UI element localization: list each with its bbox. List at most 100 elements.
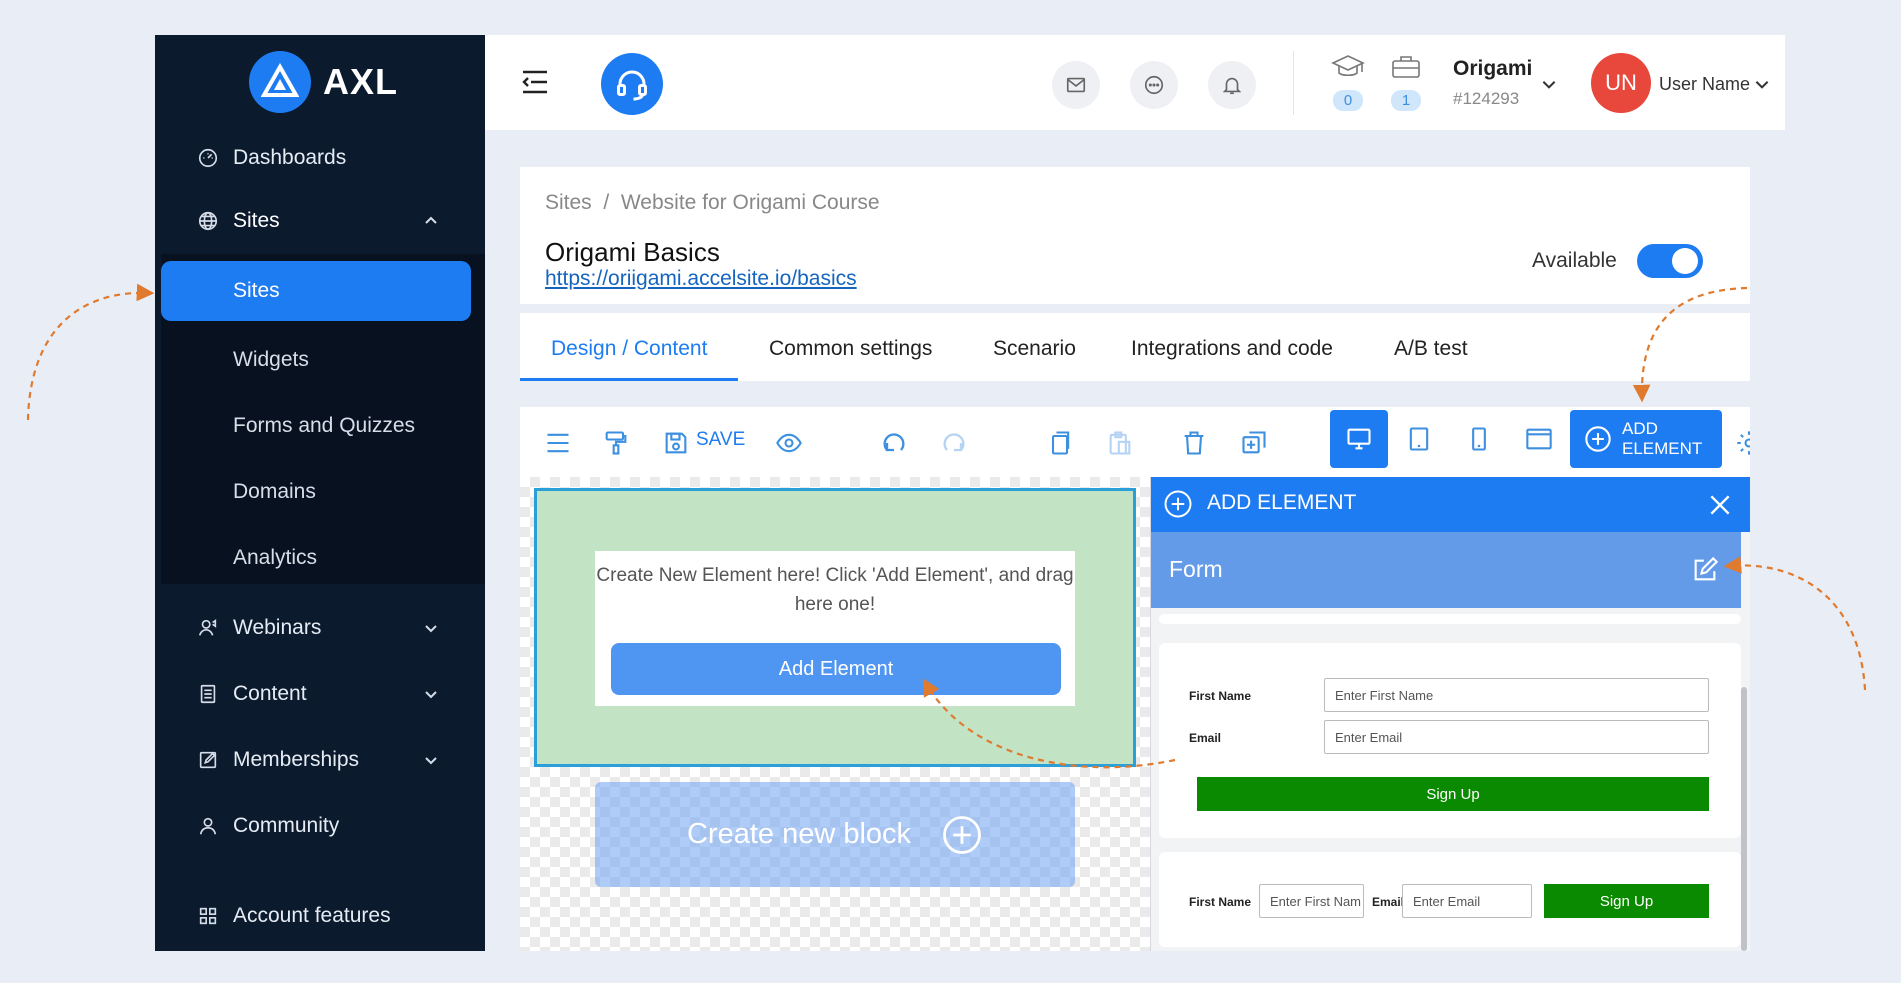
placeholder-text: Create New Element here! Click 'Add Elem… — [596, 565, 1074, 615]
add-element-button[interactable]: ADD ELEMENT — [1570, 410, 1722, 468]
breadcrumb[interactable]: Sites / Website for Origami Course — [545, 191, 880, 215]
email-input[interactable]: Enter Email — [1324, 720, 1709, 754]
chat-button[interactable] — [1130, 61, 1178, 109]
sidebar-item-label: Account features — [233, 904, 391, 927]
submenu-item-widgets[interactable]: Widgets — [233, 348, 309, 372]
paste-icon[interactable] — [1106, 429, 1134, 457]
sign-up-button[interactable]: Sign Up — [1544, 884, 1709, 918]
mobile-icon — [1472, 427, 1486, 451]
selected-block[interactable]: Create New Element here! Click 'Add Elem… — [534, 488, 1136, 767]
sidebar-item-content[interactable]: Content — [155, 664, 485, 724]
sidebar-item-community[interactable]: Community — [155, 796, 485, 856]
logo[interactable]: AXL — [249, 51, 398, 113]
email-input[interactable]: Enter Email — [1402, 884, 1532, 918]
projects-counter[interactable]: 1 — [1386, 53, 1426, 111]
editor-canvas: Create New Element here! Click 'Add Elem… — [520, 477, 1150, 951]
tab-common-settings[interactable]: Common settings — [769, 337, 932, 361]
chevron-down-icon[interactable] — [1753, 75, 1771, 93]
globe-icon — [198, 211, 218, 231]
sidebar-item-label: Dashboards — [233, 146, 347, 169]
sidebar-item-account-features[interactable]: Account features — [155, 886, 485, 946]
desktop-icon — [1347, 428, 1371, 450]
menu-icon[interactable] — [544, 429, 572, 457]
editor-toolbar: SAVE ADD ELEMENT — [520, 407, 1750, 477]
tablet-icon — [1409, 427, 1429, 451]
form-template-vertical[interactable]: First Name Enter First Name Email Enter … — [1159, 643, 1741, 838]
new-block-label: Create new block — [686, 818, 912, 850]
collapse-menu-icon[interactable] — [521, 69, 549, 95]
save-icon[interactable] — [662, 429, 690, 457]
sidebar-item-dashboards[interactable]: Dashboards — [155, 128, 485, 188]
redo-icon[interactable] — [940, 429, 968, 457]
form-template-inline[interactable]: First Name Enter First Nam Email Enter E… — [1159, 852, 1741, 947]
gear-icon[interactable] — [1735, 429, 1750, 457]
paint-roller-icon[interactable] — [602, 429, 630, 457]
courses-counter[interactable]: 0 — [1328, 53, 1368, 111]
sidebar-item-label: Community — [233, 814, 340, 837]
add-element-line1: ADD — [1622, 419, 1658, 438]
active-tab-indicator — [520, 378, 738, 381]
form-section-header[interactable]: Form — [1151, 532, 1741, 608]
sidebar-item-webinars[interactable]: Webinars — [155, 598, 485, 658]
sidebar-item-sites[interactable]: Sites — [155, 191, 485, 251]
first-name-label: First Name — [1189, 689, 1252, 703]
duplicate-icon[interactable] — [1240, 429, 1268, 457]
plus-circle-icon — [943, 815, 981, 854]
mobile-view-button[interactable] — [1450, 410, 1508, 468]
available-label: Available — [1532, 249, 1617, 272]
panel-scrollbar[interactable] — [1741, 687, 1747, 951]
tab-scenario[interactable]: Scenario — [993, 337, 1076, 361]
add-element-line2: ELEMENT — [1622, 439, 1703, 458]
element-placeholder: Create New Element here! Click 'Add Elem… — [595, 551, 1075, 706]
mail-button[interactable] — [1052, 61, 1100, 109]
page-title: Origami Basics — [545, 237, 720, 267]
eye-icon[interactable] — [775, 429, 803, 457]
first-name-input[interactable]: Enter First Nam — [1259, 884, 1364, 918]
plus-circle-icon — [1585, 426, 1611, 452]
project-id: #124293 — [1453, 89, 1520, 108]
copy-icon[interactable] — [1046, 429, 1074, 457]
desktop-view-button[interactable] — [1330, 410, 1388, 468]
save-button[interactable]: SAVE — [696, 429, 745, 451]
trash-icon[interactable] — [1180, 429, 1208, 457]
tab-bar: Design / Content Common settings Scenari… — [520, 313, 1750, 381]
available-toggle[interactable] — [1637, 244, 1703, 278]
sidebar-item-label: Content — [233, 682, 307, 705]
first-name-input[interactable]: Enter First Name — [1324, 678, 1709, 712]
undo-icon[interactable] — [880, 429, 908, 457]
person-icon — [199, 817, 217, 835]
close-icon[interactable] — [1707, 492, 1733, 518]
grid-icon — [199, 907, 217, 925]
browser-view-button[interactable] — [1510, 410, 1568, 468]
chevron-down-icon — [425, 691, 437, 699]
avatar[interactable]: UN — [1591, 53, 1651, 113]
submenu-item-domains[interactable]: Domains — [233, 480, 316, 504]
create-new-block-button[interactable]: Create new block — [595, 782, 1075, 887]
sidebar-item-label: Webinars — [233, 616, 322, 639]
sign-up-button[interactable]: Sign Up — [1197, 777, 1709, 811]
tab-ab-test[interactable]: A/B test — [1394, 337, 1468, 361]
page-url-link[interactable]: https://oriigami.accelsite.io/basics — [545, 267, 857, 291]
headset-icon — [617, 70, 647, 101]
chat-icon — [1144, 75, 1164, 95]
edit-icon[interactable] — [1691, 556, 1719, 584]
submenu-item-sites[interactable]: Sites — [161, 261, 471, 321]
project-name[interactable]: Origami — [1453, 57, 1532, 81]
tab-design-content[interactable]: Design / Content — [551, 337, 707, 361]
tab-integrations[interactable]: Integrations and code — [1131, 337, 1333, 361]
notifications-button[interactable] — [1208, 61, 1256, 109]
sidebar-item-label: Memberships — [233, 748, 360, 771]
form-template-partial — [1159, 614, 1741, 624]
submenu-item-analytics[interactable]: Analytics — [233, 546, 317, 570]
sidebar-item-memberships[interactable]: Memberships — [155, 730, 485, 790]
support-button[interactable] — [601, 53, 663, 115]
add-element-canvas-button[interactable]: Add Element — [611, 643, 1061, 695]
submenu-item-forms[interactable]: Forms and Quizzes — [233, 414, 415, 438]
page-card: Sites / Website for Origami Course Origa… — [520, 167, 1750, 304]
plus-circle-icon — [1164, 490, 1192, 518]
chevron-down-icon[interactable] — [1540, 75, 1558, 93]
email-label: Email — [1189, 731, 1222, 745]
tablet-view-button[interactable] — [1390, 410, 1448, 468]
email-label: Email — [1372, 895, 1405, 909]
user-name[interactable]: User Name — [1659, 74, 1750, 95]
